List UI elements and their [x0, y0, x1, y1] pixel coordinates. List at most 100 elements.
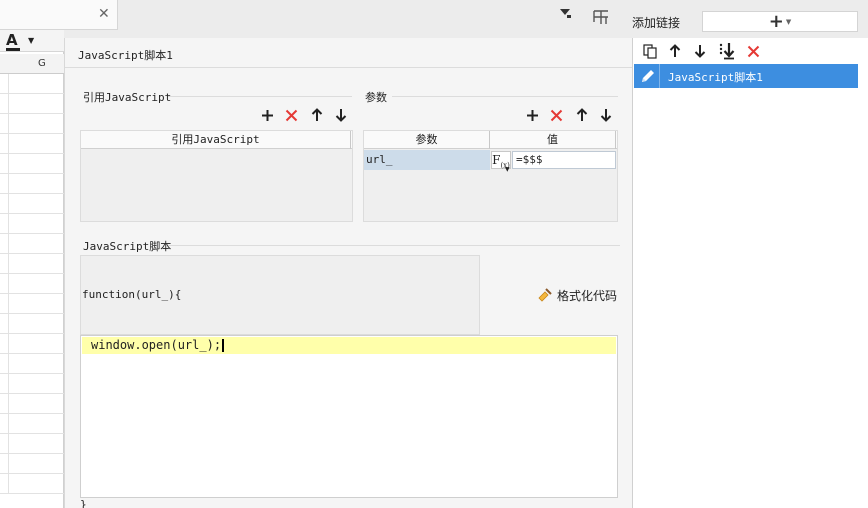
- chevron-down-icon: ▼: [505, 166, 510, 173]
- grid-row[interactable]: [0, 434, 64, 454]
- add-reference-button[interactable]: [259, 107, 275, 123]
- delete-x-icon: [285, 109, 297, 121]
- grid-row[interactable]: [0, 154, 64, 174]
- add-link-label: 添加链接: [632, 16, 681, 30]
- chevron-down-icon: ▼: [785, 17, 792, 26]
- grid-row[interactable]: [0, 414, 64, 434]
- delete-x-icon: [747, 45, 759, 57]
- arrow-up-icon: [576, 108, 588, 121]
- dialog-title: JavaScript脚本1: [78, 49, 173, 62]
- arrow-up-icon: [669, 44, 681, 57]
- grid-row[interactable]: [0, 274, 64, 294]
- parameters-section-title: 参数: [365, 91, 387, 104]
- move-down-parameter-button[interactable]: [598, 107, 614, 123]
- grid-row[interactable]: [0, 334, 64, 354]
- column-header[interactable]: G: [0, 54, 64, 74]
- grid-row[interactable]: [0, 394, 64, 414]
- formula-button[interactable]: F(x) ▼: [491, 151, 511, 173]
- grid-row[interactable]: [0, 94, 64, 114]
- code-editor[interactable]: window.open(url_);: [80, 335, 618, 498]
- grid-row[interactable]: [0, 234, 64, 254]
- arrow-down-icon: [694, 45, 706, 58]
- grid-row[interactable]: [0, 374, 64, 394]
- top-toolbar-strip: [118, 0, 582, 30]
- grid-row[interactable]: [0, 354, 64, 374]
- delete-link-button[interactable]: [745, 43, 761, 59]
- delete-reference-button[interactable]: [283, 107, 299, 123]
- dropdown-arrow-icon[interactable]: [558, 6, 572, 20]
- referenced-js-table[interactable]: 引用JavaScript: [80, 130, 353, 222]
- divider: [168, 245, 620, 246]
- code-text: window.open(url_);: [91, 338, 222, 352]
- grid-row[interactable]: [0, 474, 64, 494]
- column-header-parameter[interactable]: 参数: [364, 131, 490, 149]
- function-signature: function(url_){: [82, 288, 182, 301]
- parameters-table[interactable]: 参数 值 url_ F(x) ▼ =$$$: [363, 130, 618, 222]
- font-color-glyph: A: [6, 31, 18, 49]
- referenced-js-section-title: 引用JavaScript: [83, 91, 172, 104]
- chevron-down-icon: ▼: [28, 36, 35, 45]
- grid-row[interactable]: [0, 114, 64, 134]
- move-up-reference-button[interactable]: [309, 107, 325, 123]
- delete-parameter-button[interactable]: [548, 107, 564, 123]
- layout-grid-icon[interactable]: [592, 8, 610, 26]
- move-to-bottom-icon: [719, 43, 735, 60]
- close-icon[interactable]: ✕: [98, 6, 110, 22]
- delete-x-icon: [550, 109, 562, 121]
- arrow-up-icon: [311, 108, 323, 121]
- divider: [168, 96, 352, 97]
- add-link-button[interactable]: + ▼: [702, 11, 858, 32]
- divider: [392, 96, 618, 97]
- divider: [659, 64, 660, 88]
- broom-icon: [538, 288, 552, 302]
- link-list-item[interactable]: JavaScript脚本1: [634, 64, 858, 88]
- format-code-button[interactable]: 格式化代码: [537, 286, 617, 304]
- table-header: 引用JavaScript: [81, 131, 352, 149]
- function-signature-box: function(url_){: [80, 255, 480, 335]
- move-down-reference-button[interactable]: [333, 107, 349, 123]
- move-to-bottom-button[interactable]: [718, 42, 736, 60]
- function-closing-brace: }: [80, 498, 87, 508]
- divider: [65, 67, 633, 68]
- column-letter: G: [38, 58, 46, 69]
- add-parameter-button[interactable]: [524, 107, 540, 123]
- grid-row[interactable]: [0, 254, 64, 274]
- grid-row[interactable]: [0, 174, 64, 194]
- move-down-link-button[interactable]: [692, 43, 708, 59]
- format-code-label: 格式化代码: [557, 288, 618, 303]
- grid-row[interactable]: [0, 134, 64, 154]
- link-list-panel: JavaScript脚本1: [632, 38, 868, 508]
- text-cursor: [222, 339, 225, 352]
- format-toolbar: A ▼: [0, 30, 64, 52]
- grid-row[interactable]: [0, 214, 64, 234]
- parameter-name-cell[interactable]: url_: [364, 150, 490, 170]
- copy-link-button[interactable]: [642, 43, 658, 59]
- column-header-referenced-js[interactable]: 引用JavaScript: [81, 131, 351, 149]
- document-tab[interactable]: ✕: [0, 0, 118, 30]
- link-item-label: JavaScript脚本1: [668, 71, 763, 84]
- pencil-icon: [640, 68, 656, 84]
- font-color-swatch: [6, 48, 20, 51]
- grid-row[interactable]: [0, 294, 64, 314]
- spreadsheet-area: A ▼ G: [0, 0, 64, 508]
- plus-icon: [261, 109, 273, 121]
- column-header-value[interactable]: 值: [490, 131, 616, 149]
- grid-row[interactable]: [0, 314, 64, 334]
- arrow-down-icon: [600, 109, 612, 122]
- arrow-down-icon: [335, 109, 347, 122]
- parameter-value-input[interactable]: =$$$: [512, 151, 616, 169]
- move-up-link-button[interactable]: [667, 43, 683, 59]
- javascript-dialog: JavaScript脚本1 引用JavaScript 引用JavaScript …: [64, 38, 633, 508]
- grid-row[interactable]: [0, 454, 64, 474]
- plus-icon: +: [768, 10, 784, 32]
- font-color-button[interactable]: A ▼: [6, 31, 34, 51]
- table-header: 参数 值: [364, 131, 617, 149]
- grid-row[interactable]: [0, 194, 64, 214]
- script-section-title: JavaScript脚本: [83, 240, 172, 253]
- copy-icon: [642, 43, 657, 59]
- link-toolbar: [633, 38, 868, 64]
- plus-icon: [526, 109, 538, 121]
- move-up-parameter-button[interactable]: [574, 107, 590, 123]
- code-line[interactable]: window.open(url_);: [82, 337, 616, 354]
- grid-row[interactable]: [0, 74, 64, 94]
